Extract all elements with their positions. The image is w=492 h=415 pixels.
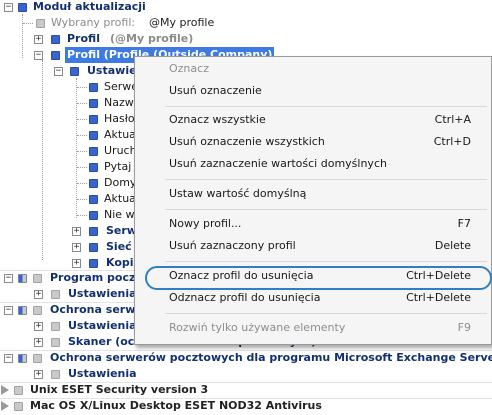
menu-item-oznacz-wszystkie[interactable]: Oznacz wszystkie Ctrl+A (135, 109, 491, 131)
menu-item-label: Rozwiń tylko używane elementy (169, 321, 346, 334)
node-state-icon (18, 306, 27, 315)
menu-item-shortcut: F7 (457, 217, 471, 230)
collapse-icon[interactable]: − (4, 306, 13, 315)
menu-item-label: Usuń oznaczenie wszystkich (169, 135, 325, 148)
menu-item-rozwin[interactable]: Rozwiń tylko używane elementy F9 (135, 317, 491, 339)
node-state-icon (89, 131, 98, 140)
expand-icon[interactable]: + (34, 370, 43, 379)
node-state-icon (89, 227, 98, 236)
node-state-icon (70, 67, 79, 76)
expand-icon[interactable]: + (72, 259, 81, 268)
menu-separator (165, 313, 487, 314)
node-state-icon (89, 115, 98, 124)
node-state-icon (18, 3, 27, 12)
tree-guide (77, 167, 87, 169)
tree-guide (77, 151, 87, 153)
context-menu: Oznacz Usuń oznaczenie Oznacz wszystkie … (134, 56, 492, 345)
node-state-icon (51, 51, 60, 60)
node-state-icon (89, 211, 98, 220)
node-state-icon (36, 19, 45, 28)
tree-guide (77, 183, 87, 185)
tree-guide (23, 23, 33, 25)
tree-guide (77, 87, 87, 89)
menu-item-shortcut: Ctrl+A (434, 113, 471, 126)
tree-guide (77, 119, 87, 121)
highlight-ring (145, 266, 492, 290)
node-state-icon (89, 259, 98, 268)
menu-separator (165, 209, 487, 210)
collapse-icon[interactable]: − (54, 67, 63, 76)
menu-item-shortcut: Ctrl+Delete (406, 291, 471, 304)
tree-node-mac[interactable]: Mac OS X/Linux Desktop ESET NOD32 Antivi… (0, 397, 492, 415)
menu-item-odznacz-usuniecie[interactable]: Odznacz profil do usunięcia Ctrl+Delete (135, 287, 491, 309)
node-state-icon (51, 35, 60, 44)
menu-item-shortcut: Ctrl+D (433, 135, 471, 148)
tree-guide (77, 215, 87, 217)
node-state-icon (89, 179, 98, 188)
collapse-icon[interactable]: − (34, 51, 43, 60)
node-state-icon (51, 290, 60, 299)
menu-item-label: Usuń oznaczenie (169, 84, 262, 97)
expand-arrow-icon[interactable] (1, 401, 9, 411)
node-state-icon (89, 163, 98, 172)
menu-item-label: Oznacz (169, 62, 209, 75)
menu-separator (165, 179, 487, 180)
menu-item-usun-domyslnych[interactable]: Usuń zaznaczenie wartości domyślnych (135, 153, 491, 175)
menu-item-shortcut: F9 (457, 321, 471, 334)
expand-icon[interactable]: + (34, 338, 43, 347)
tree-node-label: Mac OS X/Linux Desktop ESET NOD32 Antivi… (30, 399, 322, 412)
expand-icon[interactable]: + (34, 322, 43, 331)
menu-item-oznacz[interactable]: Oznacz (135, 58, 491, 80)
node-state-icon (14, 386, 23, 395)
tree-guide (77, 199, 87, 201)
expand-icon[interactable]: + (72, 227, 81, 236)
node-state-icon (33, 274, 42, 283)
menu-item-label: Oznacz wszystkie (169, 113, 266, 126)
expand-icon[interactable]: + (34, 35, 43, 44)
tree-guide (77, 103, 87, 105)
node-state-icon (89, 83, 98, 92)
collapse-icon[interactable]: − (4, 274, 13, 283)
node-state-icon (51, 370, 60, 379)
menu-item-ustaw-domyslna[interactable]: Ustaw wartość domyślną (135, 183, 491, 205)
node-state-icon (89, 243, 98, 252)
node-state-icon (89, 147, 98, 156)
node-state-icon (51, 322, 60, 331)
collapse-icon[interactable]: − (4, 3, 13, 12)
menu-item-label: Odznacz profil do usunięcia (169, 291, 321, 304)
menu-item-label: Nowy profil... (169, 217, 242, 230)
menu-item-nowy-profil[interactable]: Nowy profil... F7 (135, 213, 491, 235)
menu-item-label: Usuń zaznaczony profil (169, 239, 296, 252)
collapse-icon[interactable]: − (4, 354, 13, 363)
menu-separator (165, 106, 487, 107)
node-state-icon (89, 195, 98, 204)
menu-item-usun-profil[interactable]: Usuń zaznaczony profil Delete (135, 235, 491, 257)
node-state-icon (51, 338, 60, 347)
expand-icon[interactable]: + (72, 243, 81, 252)
menu-item-label: Usuń zaznaczenie wartości domyślnych (169, 157, 387, 170)
menu-item-shortcut: Delete (434, 239, 471, 252)
node-state-icon (18, 274, 27, 283)
menu-item-usun-wszystkich[interactable]: Usuń oznaczenie wszystkich Ctrl+D (135, 131, 491, 153)
menu-separator (165, 261, 487, 262)
menu-item-label: Ustaw wartość domyślną (169, 187, 307, 200)
node-state-icon (14, 402, 23, 411)
menu-item-usun-oznaczenie[interactable]: Usuń oznaczenie (135, 80, 491, 102)
node-state-icon (33, 306, 42, 315)
expand-arrow-icon[interactable] (1, 385, 9, 395)
node-state-icon (89, 99, 98, 108)
node-state-icon (33, 354, 42, 363)
expand-icon[interactable]: + (34, 290, 43, 299)
node-state-icon (18, 354, 27, 363)
tree-guide (77, 135, 87, 137)
